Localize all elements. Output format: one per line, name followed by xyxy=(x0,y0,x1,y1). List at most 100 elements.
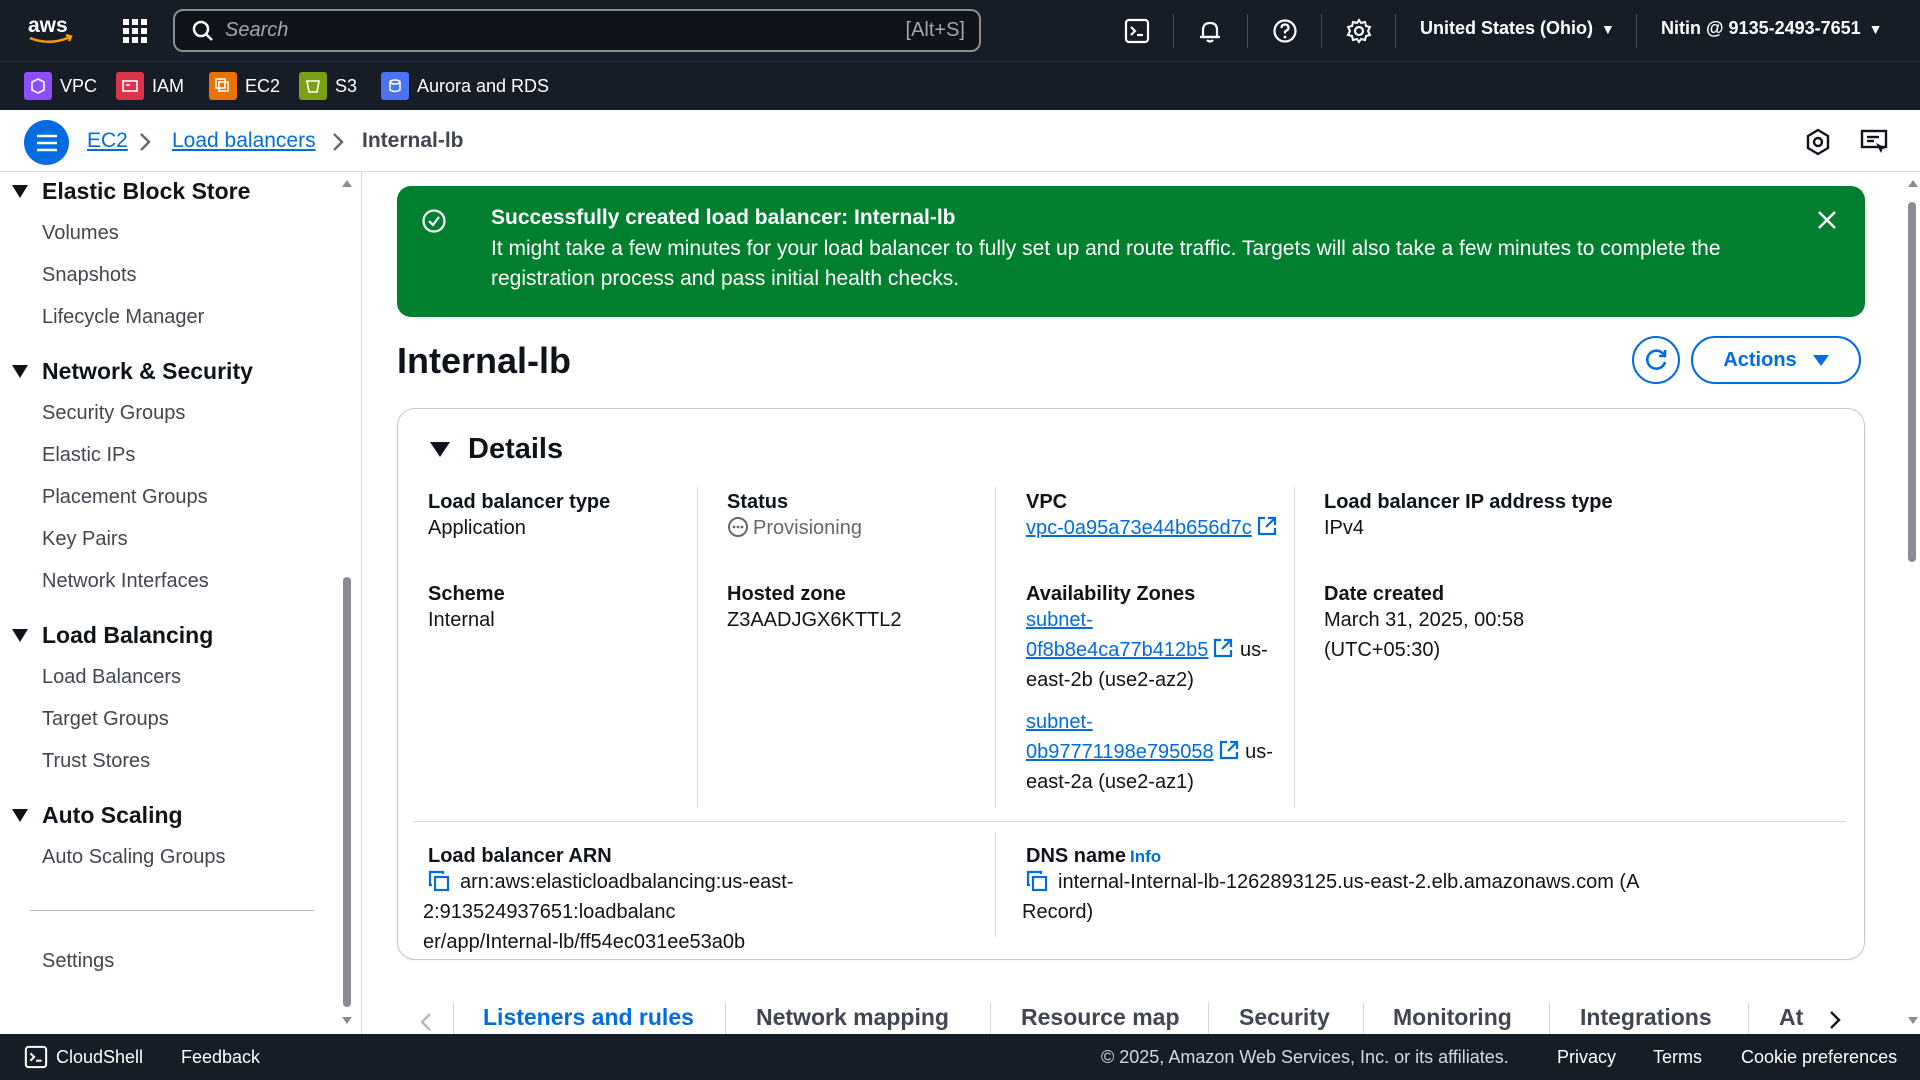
nav-item-elastic-ips[interactable]: Elastic IPs xyxy=(42,444,135,467)
chevron-left-icon[interactable] xyxy=(419,1012,433,1032)
nav-section-elastic-block-store[interactable]: Elastic Block Store xyxy=(12,178,250,205)
cloudshell-button[interactable]: CloudShell xyxy=(24,1045,143,1069)
scroll-up-icon[interactable] xyxy=(1906,178,1920,188)
breadcrumb-ec2[interactable]: EC2 xyxy=(87,129,128,153)
gear-icon[interactable] xyxy=(1344,16,1374,46)
tab-network-mapping[interactable]: Network mapping xyxy=(756,1004,949,1031)
tab-listeners-and-rules[interactable]: Listeners and rules xyxy=(483,1004,694,1031)
terms-link[interactable]: Terms xyxy=(1653,1047,1702,1068)
apps-grid-icon[interactable] xyxy=(121,17,149,45)
sidebar-scroll-thumb[interactable] xyxy=(343,577,351,1007)
search-icon xyxy=(192,20,213,41)
search-input[interactable] xyxy=(225,19,865,42)
scroll-down-icon[interactable] xyxy=(1906,1016,1920,1026)
tutorial-panel-icon[interactable] xyxy=(1859,127,1889,157)
favorite-iam[interactable]: IAM xyxy=(116,71,184,101)
tab-integrations[interactable]: Integrations xyxy=(1580,1004,1712,1031)
details-toggle[interactable]: Details xyxy=(430,433,563,466)
scroll-down-icon[interactable] xyxy=(340,1016,354,1026)
nav-item-lifecycle-manager[interactable]: Lifecycle Manager xyxy=(42,306,204,329)
tab-monitoring[interactable]: Monitoring xyxy=(1393,1004,1512,1031)
sidebar-scrollbar[interactable] xyxy=(340,172,354,1034)
actions-label: Actions xyxy=(1723,348,1797,371)
privacy-link[interactable]: Privacy xyxy=(1557,1047,1616,1068)
subnet-link[interactable]: 0b97771198e795058 xyxy=(1026,741,1214,763)
details-heading: Details xyxy=(468,433,564,465)
nav-item-key-pairs[interactable]: Key Pairs xyxy=(42,528,128,551)
status-text: Provisioning xyxy=(753,517,862,539)
favorite-aurora-rds[interactable]: Aurora and RDS xyxy=(381,71,549,101)
help-icon[interactable] xyxy=(1270,16,1300,46)
region-label: United States (Ohio) xyxy=(1420,18,1594,38)
nav-item-network-interfaces[interactable]: Network Interfaces xyxy=(42,570,209,593)
notifications-panel-icon[interactable] xyxy=(1803,127,1833,157)
tab-attributes[interactable]: At xyxy=(1779,1004,1809,1031)
nav-item-security-groups[interactable]: Security Groups xyxy=(42,402,185,425)
nav-item-target-groups[interactable]: Target Groups xyxy=(42,708,169,731)
cookie-preferences-link[interactable]: Cookie preferences xyxy=(1741,1047,1897,1068)
nav-item-settings[interactable]: Settings xyxy=(42,950,114,973)
chevron-right-icon xyxy=(333,133,344,151)
favorite-label: IAM xyxy=(152,75,185,96)
caret-down-icon xyxy=(1812,354,1829,366)
rds-icon xyxy=(381,72,409,100)
nav-divider xyxy=(30,910,314,911)
details-row-divider xyxy=(414,821,1846,822)
favorite-ec2[interactable]: EC2 xyxy=(209,71,280,101)
nav-section-auto-scaling[interactable]: Auto Scaling xyxy=(12,802,183,829)
bell-icon[interactable] xyxy=(1195,16,1225,46)
nav-section-network-security[interactable]: Network & Security xyxy=(12,358,253,385)
dns-label-text: DNS name xyxy=(1026,845,1127,867)
nav-item-placement-groups[interactable]: Placement Groups xyxy=(42,486,208,509)
feedback-link[interactable]: Feedback xyxy=(181,1047,260,1068)
details-panel: Details Load balancer type Application S… xyxy=(397,408,1865,960)
actions-button[interactable]: Actions xyxy=(1691,336,1861,384)
scroll-up-icon[interactable] xyxy=(340,178,354,188)
dns-text: Record) xyxy=(1022,901,1094,923)
favorite-label: S3 xyxy=(335,75,358,96)
scheme-label: Scheme xyxy=(428,583,505,605)
menu-toggle-button[interactable] xyxy=(24,120,69,165)
favorite-vpc[interactable]: VPC xyxy=(24,71,97,101)
ip-type-value: IPv4 xyxy=(1324,517,1365,539)
nav-item-trust-stores[interactable]: Trust Stores xyxy=(42,750,150,773)
refresh-icon xyxy=(1646,349,1667,370)
subnet-link[interactable]: 0f8b8e4ca77b412b5 xyxy=(1026,639,1208,661)
subnet-link[interactable]: subnet- xyxy=(1026,711,1093,733)
breadcrumb-load-balancers[interactable]: Load balancers xyxy=(172,129,316,153)
aws-logo[interactable]: aws xyxy=(26,12,76,46)
copy-icon[interactable] xyxy=(1026,870,1048,892)
main-scroll-thumb[interactable] xyxy=(1908,202,1916,562)
status-label: Status xyxy=(727,491,789,513)
favorite-label: VPC xyxy=(60,75,98,96)
refresh-button[interactable] xyxy=(1632,336,1680,384)
external-link-icon[interactable] xyxy=(1212,637,1234,659)
search-box[interactable]: [Alt+S] xyxy=(173,9,981,52)
dns-info-link[interactable]: Info xyxy=(1130,847,1161,866)
ip-type-label: Load balancer IP address type xyxy=(1324,491,1613,513)
close-icon[interactable] xyxy=(1815,208,1839,232)
nav-item-load-balancers[interactable]: Load Balancers xyxy=(42,666,181,689)
account-menu[interactable]: Nitin @ 9135-2493-7651 ▼ xyxy=(1661,18,1883,39)
nav-item-volumes[interactable]: Volumes xyxy=(42,222,119,245)
tab-resource-map[interactable]: Resource map xyxy=(1021,1004,1180,1031)
nav-item-snapshots[interactable]: Snapshots xyxy=(42,264,137,287)
chevron-right-icon[interactable] xyxy=(1828,1010,1842,1030)
nav-section-load-balancing[interactable]: Load Balancing xyxy=(12,622,213,649)
favorite-s3[interactable]: S3 xyxy=(299,71,357,101)
dns-value: internal-Internal-lb-1262893125.us-east-… xyxy=(1022,867,1862,927)
external-link-icon[interactable] xyxy=(1256,515,1278,537)
external-link-icon[interactable] xyxy=(1218,739,1240,761)
subnet-link[interactable]: subnet- xyxy=(1026,609,1093,631)
main-scrollbar[interactable] xyxy=(1904,172,1920,1034)
region-selector[interactable]: United States (Ohio) ▼ xyxy=(1420,18,1615,39)
search-shortcut: [Alt+S] xyxy=(905,19,965,41)
az-zone-text: east-2b (use2-az2) xyxy=(1026,669,1194,691)
breadcrumb-current: Internal-lb xyxy=(362,129,464,152)
nav-item-auto-scaling-groups[interactable]: Auto Scaling Groups xyxy=(42,846,225,869)
main-content: Successfully created load balancer: Inte… xyxy=(363,172,1920,1034)
copy-icon[interactable] xyxy=(428,870,450,892)
tab-security[interactable]: Security xyxy=(1239,1004,1330,1031)
cloudshell-icon[interactable] xyxy=(1122,16,1152,46)
vpc-link[interactable]: vpc-0a95a73e44b656d7c xyxy=(1026,517,1252,539)
